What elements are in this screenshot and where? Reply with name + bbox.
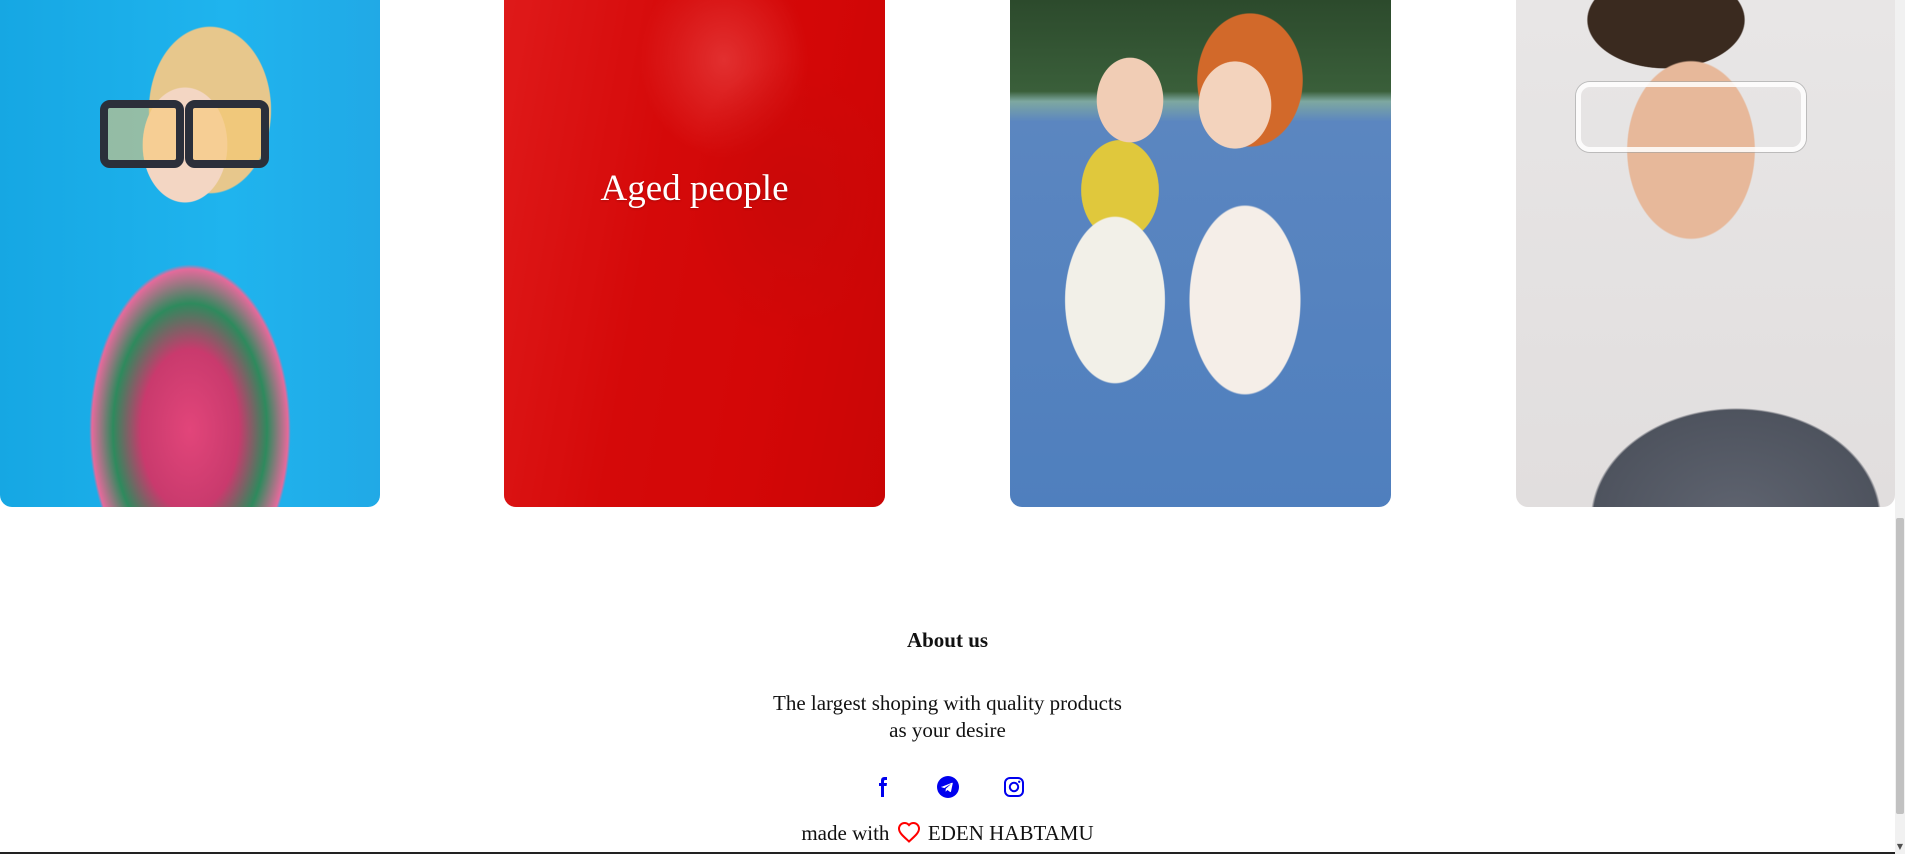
about-text-line2: as your desire	[889, 718, 1006, 742]
red-overlay	[504, 0, 885, 507]
scrollbar-thumb[interactable]	[1896, 518, 1904, 814]
made-with-credit: made with EDEN HABTAMU	[0, 820, 1895, 847]
kids-glasses-photo	[1010, 0, 1391, 507]
about-text-line1: The largest shoping with quality product…	[773, 691, 1122, 715]
category-card-man[interactable]	[1516, 0, 1895, 507]
made-with-text: made with	[801, 821, 890, 845]
instagram-link[interactable]	[997, 770, 1031, 804]
category-cards: Aged people	[0, 0, 1895, 507]
facebook-link[interactable]	[865, 770, 899, 804]
about-text: The largest shoping with quality product…	[0, 690, 1895, 744]
aged-man-photo	[504, 0, 885, 507]
social-links	[0, 770, 1895, 804]
telegram-link[interactable]	[931, 770, 965, 804]
scroll-down-arrow-icon[interactable]: ▼	[1895, 840, 1905, 854]
category-card-woman[interactable]	[0, 0, 380, 507]
woman-glasses-photo	[0, 0, 380, 507]
man-glasses-photo	[1516, 0, 1895, 507]
telegram-icon	[936, 776, 959, 798]
card-title-aged: Aged people	[600, 168, 789, 209]
category-card-aged[interactable]: Aged people	[504, 0, 885, 507]
author-name: EDEN HABTAMU	[927, 821, 1094, 845]
about-title: About us	[906, 628, 989, 652]
category-card-kids[interactable]	[1010, 0, 1391, 507]
instagram-icon	[1003, 777, 1024, 797]
vertical-scrollbar[interactable]: ▼	[1895, 0, 1905, 854]
page: Aged people About us The largest shoping…	[0, 0, 1905, 854]
facebook-icon	[878, 777, 887, 797]
heart-icon	[897, 821, 920, 843]
